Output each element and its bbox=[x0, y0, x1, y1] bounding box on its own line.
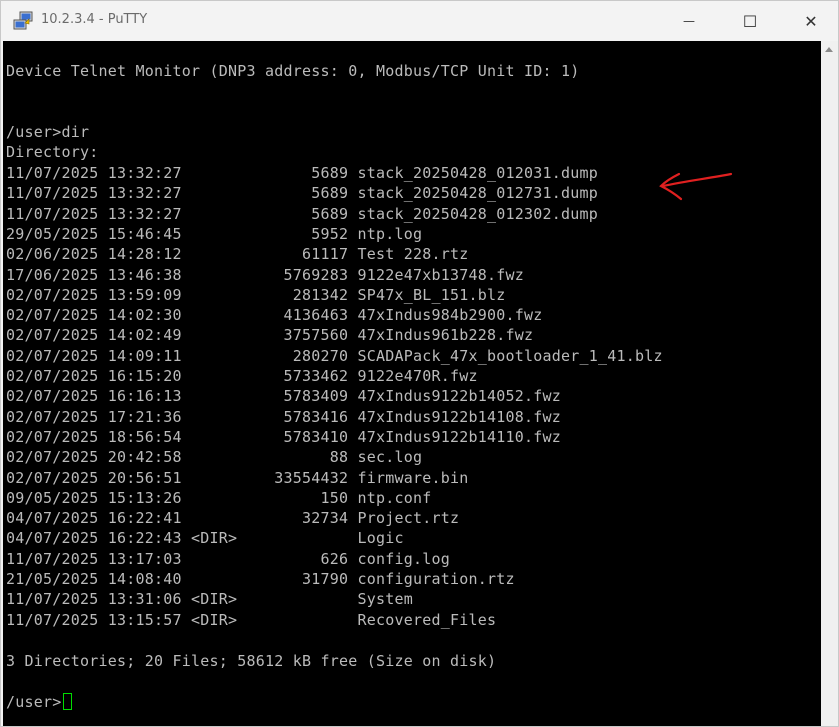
putty-app-icon[interactable] bbox=[13, 11, 33, 31]
directory-label: Directory: bbox=[6, 143, 99, 161]
directory-entry: 17/06/2025 13:46:38 5769283 9122e47xb137… bbox=[6, 265, 525, 284]
directory-entry: 11/07/2025 13:17:03 626 config.log bbox=[6, 549, 451, 568]
directory-entry: 02/07/2025 20:42:58 88 sec.log bbox=[6, 448, 423, 467]
directory-entry: 11/07/2025 13:32:27 5689 stack_20250428_… bbox=[6, 184, 599, 203]
maximize-button[interactable]: ☐ bbox=[727, 1, 773, 41]
directory-entry: 02/07/2025 17:21:36 5783416 47xIndus9122… bbox=[6, 407, 562, 426]
directory-entry: 02/07/2025 16:16:13 5783409 47xIndus9122… bbox=[6, 387, 562, 406]
scroll-up-arrow-icon[interactable] bbox=[825, 47, 833, 52]
directory-entry: 02/07/2025 20:56:51 33554432 firmware.bi… bbox=[6, 468, 469, 487]
directory-entry: 02/07/2025 16:15:20 5733462 9122e470R.fw… bbox=[6, 367, 478, 385]
directory-entry: 02/07/2025 13:59:09 281342 SP47x_BL_151.… bbox=[6, 285, 506, 304]
directory-entry: 09/05/2025 15:13:26 150 ntp.conf bbox=[6, 488, 432, 507]
summary-line: 3 Directories; 20 Files; 58612 kB free (… bbox=[6, 652, 497, 670]
directory-entry: 02/07/2025 14:09:11 280270 SCADAPack_47x… bbox=[6, 346, 663, 365]
window-title: 10.2.3.4 - PuTTY bbox=[41, 12, 148, 27]
directory-entry: 04/07/2025 16:22:41 32734 Project.rtz bbox=[6, 509, 460, 528]
directory-entry: 02/07/2025 18:56:54 5783410 47xIndus9122… bbox=[6, 427, 562, 446]
terminal-screen[interactable]: Device Telnet Monitor (DNP3 address: 0, … bbox=[3, 41, 821, 726]
directory-entry: 21/05/2025 14:08:40 31790 configuration.… bbox=[6, 570, 515, 588]
directory-entry: 11/07/2025 13:32:27 5689 stack_20250428_… bbox=[6, 204, 599, 223]
putty-window: 10.2.3.4 - PuTTY — ☐ ✕ Device Telnet Mon… bbox=[0, 0, 839, 727]
vertical-scrollbar[interactable] bbox=[821, 41, 838, 726]
maximize-icon: ☐ bbox=[742, 11, 758, 31]
close-button[interactable]: ✕ bbox=[788, 1, 834, 41]
directory-entry: 11/07/2025 13:31:06 <DIR> System bbox=[6, 590, 414, 609]
red-hand-drawn-arrow-icon bbox=[659, 172, 733, 201]
directory-entry: 02/07/2025 14:02:49 3757560 47xIndus961b… bbox=[6, 326, 534, 345]
close-icon: ✕ bbox=[804, 11, 818, 31]
prompt-line[interactable]: /user> bbox=[6, 692, 72, 712]
directory-entry: 11/07/2025 13:32:27 5689 stack_20250428_… bbox=[6, 164, 599, 182]
directory-entry: 04/07/2025 16:22:43 <DIR> Logic bbox=[6, 529, 404, 548]
title-bar[interactable]: 10.2.3.4 - PuTTY — ☐ ✕ bbox=[1, 1, 838, 41]
minimize-icon: — bbox=[683, 14, 695, 28]
command-line: /user>dir bbox=[6, 123, 90, 141]
directory-entry: 11/07/2025 13:15:57 <DIR> Recovered_File… bbox=[6, 610, 497, 629]
directory-entry: 02/06/2025 14:28:12 61117 Test 228.rtz bbox=[6, 245, 469, 264]
directory-entry: 29/05/2025 15:46:45 5952 ntp.log bbox=[6, 224, 423, 243]
minimize-button[interactable]: — bbox=[666, 1, 712, 41]
text-cursor bbox=[62, 693, 72, 710]
banner-line: Device Telnet Monitor (DNP3 address: 0, … bbox=[6, 62, 580, 80]
directory-entry: 02/07/2025 14:02:30 4136463 47xIndus984b… bbox=[6, 306, 543, 325]
final-prompt: /user> bbox=[6, 693, 62, 711]
